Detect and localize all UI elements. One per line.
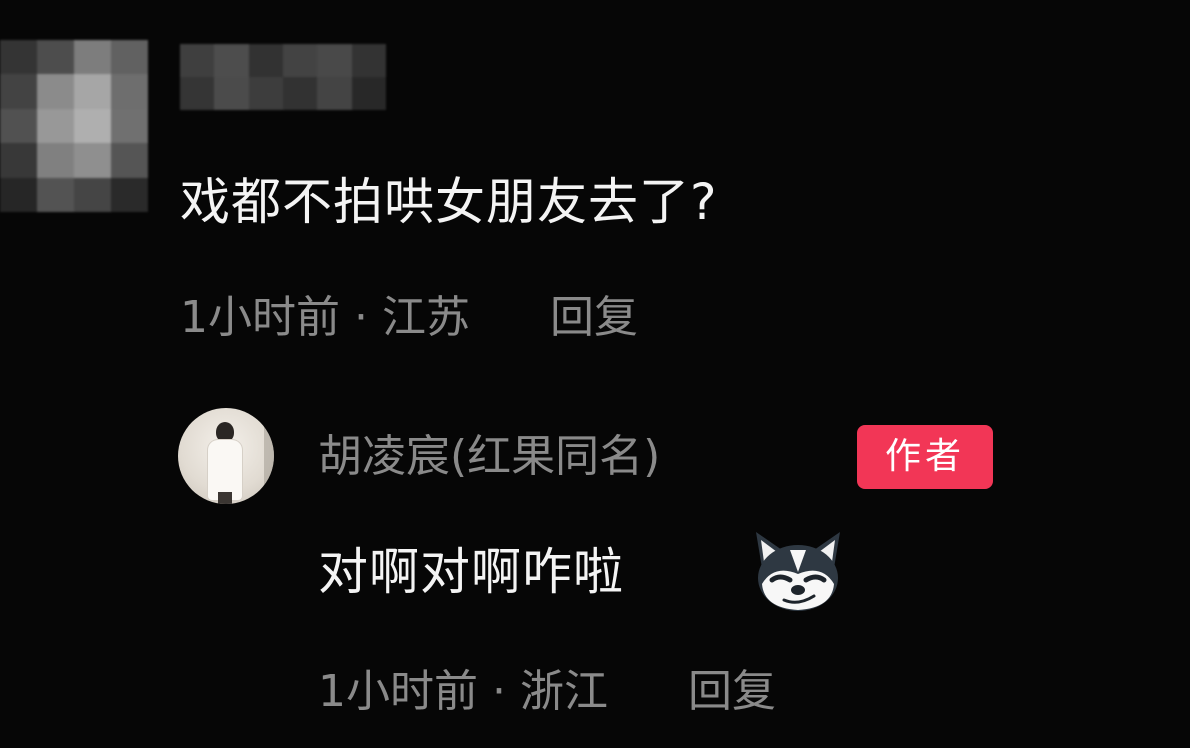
avatar-photo — [208, 422, 242, 504]
reply-time: 1小时前 — [318, 666, 478, 717]
comment-location: 江苏 — [382, 292, 470, 343]
comment-meta: 1小时前 · 江苏 回复 — [180, 290, 638, 346]
reply-text: 对啊对啊咋啦 — [318, 543, 624, 601]
reply-location: 浙江 — [520, 666, 608, 717]
meta-separator: · — [354, 292, 368, 343]
comment-text: 戏都不拍哄女朋友去了? — [180, 173, 718, 231]
meta-separator: · — [492, 666, 506, 717]
reply-button[interactable]: 回复 — [550, 290, 638, 346]
author-name[interactable]: 胡凌宸(红果同名) — [318, 428, 660, 486]
author-badge: 作者 — [857, 425, 993, 489]
author-avatar[interactable] — [178, 408, 274, 504]
comment-time: 1小时前 — [180, 292, 340, 343]
commenter-avatar-blurred[interactable] — [0, 40, 148, 212]
reply-button[interactable]: 回复 — [688, 664, 776, 720]
reply-meta: 1小时前 · 浙江 回复 — [318, 664, 776, 720]
smirking-husky-emoji-icon — [756, 532, 840, 611]
commenter-name-blurred[interactable] — [180, 44, 386, 110]
